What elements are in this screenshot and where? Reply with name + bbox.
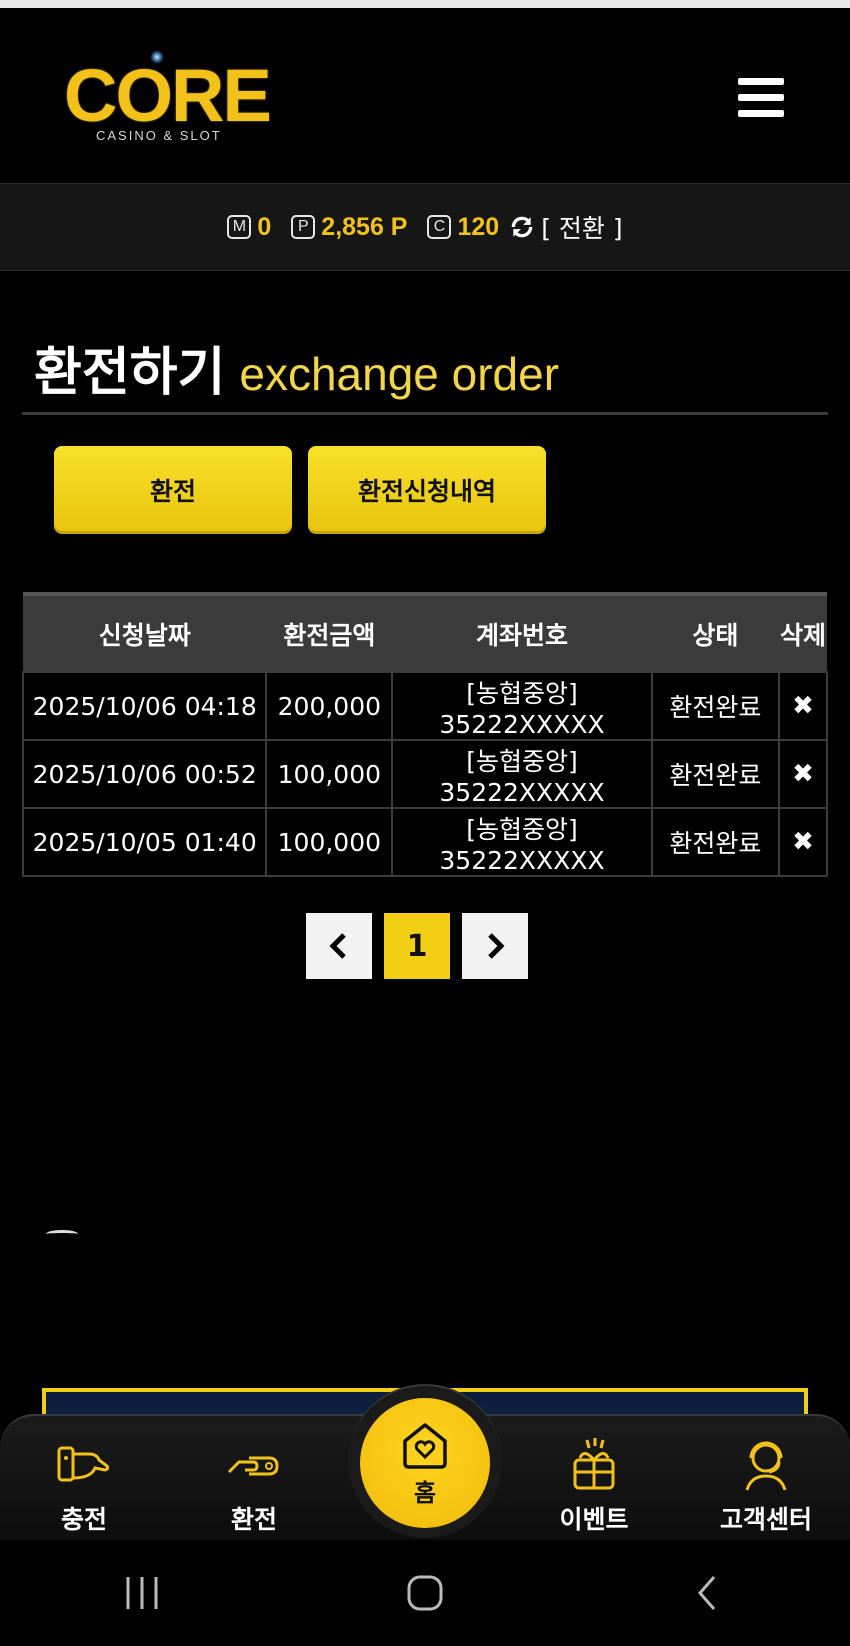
system-home-icon xyxy=(407,1575,443,1611)
recent-apps-icon xyxy=(126,1577,158,1609)
nav-home[interactable]: 홈 xyxy=(360,1398,490,1528)
nav-support-label: 고객센터 xyxy=(719,1505,812,1534)
exchange-icon xyxy=(227,1456,279,1476)
row-amount: 100,000 xyxy=(265,739,394,809)
system-nav-bar xyxy=(0,1540,850,1646)
nav-home-label: 홈 xyxy=(413,1478,437,1507)
coin-balance: C 120 xyxy=(427,213,499,242)
refresh-icon[interactable] xyxy=(509,214,535,240)
point-balance: P 2,856 P xyxy=(291,213,407,242)
row-date: 2025/10/06 04:18 xyxy=(21,671,268,741)
home-heart-icon xyxy=(403,1422,447,1469)
header-amount: 환전금액 xyxy=(266,592,393,672)
recent-apps-button[interactable] xyxy=(112,1568,172,1618)
page-1-button[interactable]: 1 xyxy=(384,913,450,979)
point-value: 2,856 P xyxy=(321,212,408,241)
chevron-right-icon xyxy=(488,933,505,959)
logo[interactable]: CORE CASINO & SLOT xyxy=(64,50,274,146)
header-account: 계좌번호 xyxy=(392,592,652,672)
header-status: 상태 xyxy=(651,592,780,672)
logo-subtext: CASINO & SLOT xyxy=(96,128,222,143)
title-divider xyxy=(22,412,828,415)
exchange-history-tab-button[interactable]: 환전신청내역 xyxy=(308,446,546,534)
back-icon xyxy=(698,1576,716,1610)
row-status: 환전완료 xyxy=(650,739,781,809)
row-status: 환전완료 xyxy=(650,671,781,741)
delete-icon[interactable]: ✖ xyxy=(792,827,814,857)
prev-page-button[interactable] xyxy=(306,913,372,979)
pagination: 1 xyxy=(306,913,528,979)
money-icon: M xyxy=(227,215,252,239)
coin-value: 120 xyxy=(457,212,500,241)
money-value: 0 xyxy=(257,212,272,241)
nav-charge-label: 충전 xyxy=(60,1505,107,1534)
hamburger-menu-icon[interactable] xyxy=(738,78,784,118)
header: CORE CASINO & SLOT xyxy=(0,8,850,183)
nav-support[interactable]: 고객센터 xyxy=(706,1436,826,1536)
chevron-left-icon xyxy=(329,933,346,959)
row-account: [농협중앙] 35222XXXXX xyxy=(391,739,653,809)
row-account: [농협중앙] 35222XXXXX xyxy=(391,671,653,741)
system-home-button[interactable] xyxy=(395,1568,455,1618)
table-row: 2025/10/05 01:40 100,000 [농협중앙] 35222XXX… xyxy=(21,807,828,877)
table-row: 2025/10/06 04:18 200,000 [농협중앙] 35222XXX… xyxy=(21,671,828,741)
decorative-arc xyxy=(46,1230,78,1238)
row-amount: 200,000 xyxy=(265,671,394,741)
header-delete: 삭제 xyxy=(779,592,827,672)
nav-event-label: 이벤트 xyxy=(559,1505,629,1534)
delete-icon[interactable]: ✖ xyxy=(792,691,814,721)
row-delete-cell: ✖ xyxy=(778,807,828,877)
delete-icon[interactable]: ✖ xyxy=(792,759,814,789)
exchange-tab-button[interactable]: 환전 xyxy=(54,446,292,534)
page-title-ko: 환전하기 xyxy=(34,343,226,403)
nav-charge[interactable]: 충전 xyxy=(24,1436,144,1536)
gift-icon xyxy=(573,1438,615,1490)
row-date: 2025/10/06 00:52 xyxy=(21,739,268,809)
money-balance: M 0 xyxy=(227,213,271,242)
row-account: [농협중앙] 35222XXXXX xyxy=(391,807,653,877)
balance-bar: M 0 P 2,856 P C 120 [ 전환 ] xyxy=(0,183,850,271)
system-back-button[interactable] xyxy=(678,1568,738,1618)
row-amount: 100,000 xyxy=(265,807,394,877)
page-title: 환전하기 exchange order xyxy=(34,330,559,405)
coin-icon: C xyxy=(427,215,452,239)
row-date: 2025/10/05 01:40 xyxy=(21,807,268,877)
header-date: 신청날짜 xyxy=(23,592,267,672)
next-page-button[interactable] xyxy=(462,913,528,979)
nav-exchange[interactable]: 환전 xyxy=(194,1436,314,1536)
status-strip xyxy=(0,0,850,8)
row-delete-cell: ✖ xyxy=(778,671,828,741)
nav-exchange-label: 환전 xyxy=(230,1505,277,1534)
table-row: 2025/10/06 00:52 100,000 [농협중앙] 35222XXX… xyxy=(21,739,828,809)
convert-link[interactable]: [ 전환 ] xyxy=(541,209,622,245)
logo-text: CORE xyxy=(64,54,272,137)
nav-event[interactable]: 이벤트 xyxy=(534,1436,654,1536)
row-status: 환전완료 xyxy=(650,807,781,877)
charge-icon xyxy=(57,1446,110,1482)
logo-glow xyxy=(150,50,164,64)
headset-icon xyxy=(745,1441,787,1491)
page-title-en: exchange order xyxy=(239,348,560,400)
point-icon: P xyxy=(291,215,316,239)
row-delete-cell: ✖ xyxy=(778,739,828,809)
exchange-history-table: 신청날짜 환전금액 계좌번호 상태 삭제 2025/10/06 04:18 20… xyxy=(21,592,828,877)
table-header-row: 신청날짜 환전금액 계좌번호 상태 삭제 xyxy=(23,592,827,672)
